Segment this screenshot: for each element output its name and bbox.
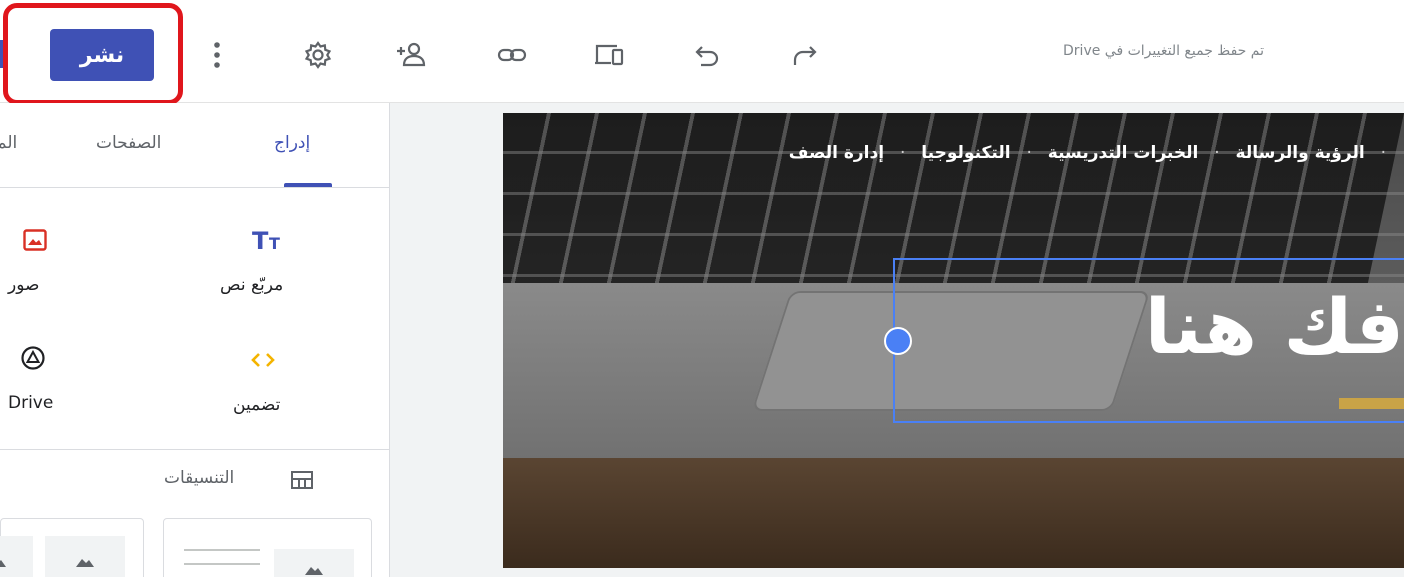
svg-text:T: T <box>269 234 280 253</box>
layouts-icon <box>289 469 315 491</box>
layout-text-line <box>184 549 260 551</box>
embed-icon[interactable] <box>248 347 278 373</box>
more-vert-icon[interactable] <box>198 38 236 72</box>
insert-drive-label[interactable]: Drive <box>8 393 53 413</box>
tabs-divider <box>0 187 389 188</box>
text-box-icon[interactable]: TT <box>250 225 290 255</box>
nav-link-teaching-experience[interactable]: الخبرات التدريسية <box>1048 143 1199 163</box>
insert-images-label[interactable]: صور <box>8 275 39 295</box>
top-toolbar: نشر تم حفظ جميع التغييرات في Drive <box>0 0 1404 105</box>
insert-side-panel: إدراج الصفحات الم TT مربّع نص صور تضمين … <box>0 103 390 577</box>
desk-surface-graphic <box>503 458 1404 568</box>
svg-text:T: T <box>252 227 269 253</box>
selection-resize-handle[interactable] <box>884 327 912 355</box>
layout-image-placeholder <box>45 536 125 577</box>
tab-themes-partial[interactable]: الم <box>0 133 17 153</box>
insert-text-box-label[interactable]: مربّع نص <box>220 275 283 295</box>
layouts-section-title: التنسيقات <box>164 468 235 488</box>
selection-box[interactable] <box>893 258 1404 423</box>
layout-option-2[interactable] <box>0 518 144 577</box>
undo-icon[interactable] <box>688 38 726 72</box>
link-icon[interactable] <box>493 38 531 72</box>
publish-highlight-annotation <box>3 3 183 105</box>
redo-icon[interactable] <box>786 38 824 72</box>
share-person-add-icon[interactable] <box>392 38 430 72</box>
insert-divider <box>0 449 389 450</box>
layout-image-placeholder <box>0 536 33 577</box>
nav-link-technology[interactable]: التكنولوجيا <box>921 143 1010 163</box>
layout-image-placeholder <box>274 549 354 577</box>
drive-icon[interactable] <box>18 345 48 371</box>
tab-insert[interactable]: إدراج <box>274 133 310 153</box>
site-navigation: · الرؤية والرسالة · الخبرات التدريسية · … <box>789 143 1396 163</box>
nav-separator: · <box>899 143 906 163</box>
save-status-text: تم حفظ جميع التغييرات في Drive <box>1063 43 1264 59</box>
layout-text-line <box>184 563 260 565</box>
nav-separator: · <box>1214 143 1220 163</box>
preview-devices-icon[interactable] <box>590 38 628 72</box>
settings-icon[interactable] <box>299 38 337 72</box>
nav-link-classroom-management[interactable]: إدارة الصف <box>789 143 884 163</box>
layout-option-1[interactable] <box>163 518 372 577</box>
nav-link-vision-mission[interactable]: الرؤية والرسالة <box>1236 143 1365 163</box>
image-icon[interactable] <box>20 225 50 255</box>
tab-pages[interactable]: الصفحات <box>96 133 161 153</box>
insert-embed-label[interactable]: تضمين <box>233 395 280 415</box>
nav-separator: · <box>1026 143 1032 163</box>
nav-separator: · <box>1380 143 1386 163</box>
